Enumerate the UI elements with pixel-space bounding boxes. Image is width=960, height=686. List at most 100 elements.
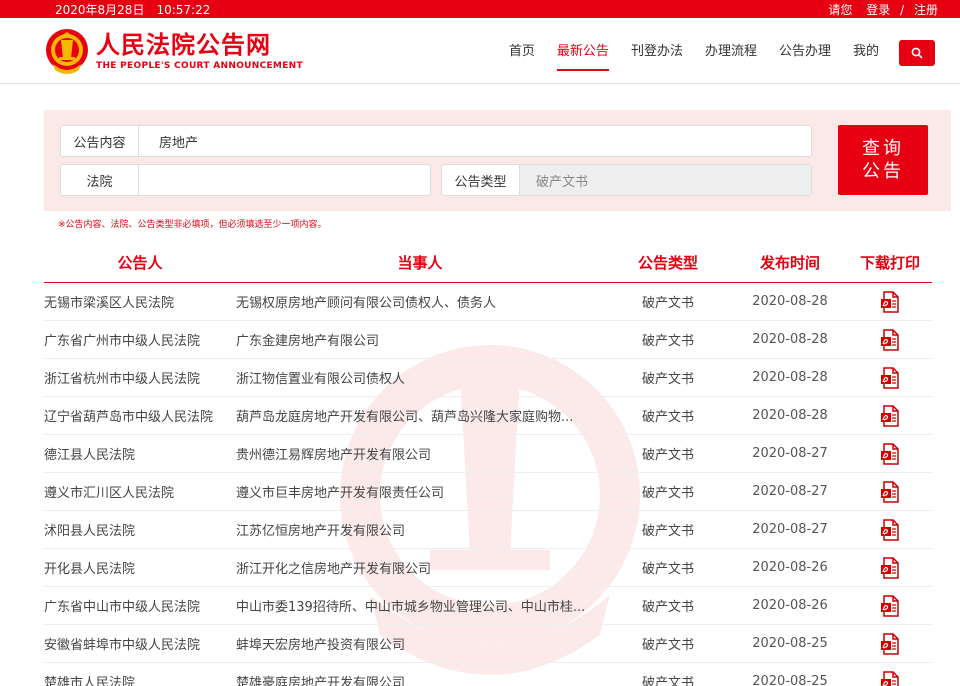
table-row[interactable]: 楚雄市人民法院 楚雄豪庭房地产开发有限公司 破产文书 2020-08-25 xyxy=(44,663,932,686)
row-date: 2020-08-25 xyxy=(752,674,828,686)
download-pdf-button[interactable] xyxy=(848,366,932,389)
pdf-icon xyxy=(879,632,901,655)
row-date: 2020-08-28 xyxy=(752,332,828,347)
court-input[interactable] xyxy=(139,165,430,195)
row-announcer[interactable]: 沭阳县人民法院 xyxy=(44,520,236,539)
row-party[interactable]: 贵州德江易辉房地产开发有限公司 xyxy=(236,444,604,463)
nav-latest-announcements[interactable]: 最新公告 xyxy=(556,42,609,71)
results-table: 公告人 当事人 公告类型 发布时间 下载打印 无锡市梁溪区人民法院 无锡权原房地产… xyxy=(44,243,932,686)
row-party[interactable]: 广东金建房地产有限公司 xyxy=(236,330,604,349)
nav-process[interactable]: 办理流程 xyxy=(705,42,757,71)
nav-publishing-method[interactable]: 刊登办法 xyxy=(631,42,683,71)
download-pdf-button[interactable] xyxy=(848,518,932,541)
table-row[interactable]: 沭阳县人民法院 江苏亿恒房地产开发有限公司 破产文书 2020-08-27 xyxy=(44,511,932,549)
top-bar: 2020年8月28日 10:57:22 请您 登录 / 注册 xyxy=(0,0,960,18)
pdf-icon xyxy=(879,480,901,503)
row-announcer[interactable]: 安徽省蚌埠市中级人民法院 xyxy=(44,634,236,653)
court-field: 法院 xyxy=(60,164,431,196)
header-type: 公告类型 xyxy=(637,254,698,272)
row-party[interactable]: 浙江物信置业有限公司债权人 xyxy=(236,368,604,387)
row-date: 2020-08-25 xyxy=(752,636,828,651)
nav-announcement-handling[interactable]: 公告办理 xyxy=(779,42,831,71)
search-panel: 公告内容 房地产 法院 公告类型 破产文书 查询 公告 xyxy=(44,110,951,211)
row-party[interactable]: 江苏亿恒房地产开发有限公司 xyxy=(236,520,604,539)
table-body: 无锡市梁溪区人民法院 无锡权原房地产顾问有限公司债权人、债务人破产文书 2020-0… xyxy=(44,283,932,686)
row-party[interactable]: 楚雄豪庭房地产开发有限公司 xyxy=(236,672,604,686)
login-link[interactable]: 登录 xyxy=(866,3,890,17)
row-announcer[interactable]: 广东省中山市中级人民法院 xyxy=(44,596,236,615)
pdf-icon xyxy=(879,518,901,541)
row-announcer[interactable]: 无锡市梁溪区人民法院 xyxy=(44,292,236,311)
separator: / xyxy=(900,2,905,17)
nav-mine[interactable]: 我的 xyxy=(853,42,879,71)
search-button[interactable] xyxy=(899,40,935,66)
row-announcer[interactable]: 德江县人民法院 xyxy=(44,444,236,463)
type-select[interactable]: 破产文书 xyxy=(520,165,811,195)
current-date: 2020年8月28日 xyxy=(55,2,145,17)
table-row[interactable]: 广东省中山市中级人民法院 中山市委139招待所、中山市城乡物业管理公司、中山市桂.… xyxy=(44,587,932,625)
pdf-icon xyxy=(879,328,901,351)
download-pdf-button[interactable] xyxy=(848,480,932,503)
header-download: 下载打印 xyxy=(859,254,920,272)
row-party[interactable]: 浙江开化之信房地产开发有限公司 xyxy=(236,558,604,577)
nav-home[interactable]: 首页 xyxy=(509,42,535,71)
site-title-en: THE PEOPLE'S COURT ANNOUNCEMENT xyxy=(96,60,303,71)
content-input[interactable]: 房地产 xyxy=(139,126,811,156)
table-row[interactable]: 安徽省蚌埠市中级人民法院 蚌埠天宏房地产投资有限公司 破产文书 2020-08-25 xyxy=(44,625,932,663)
download-pdf-button[interactable] xyxy=(848,594,932,617)
row-type: 破产文书 xyxy=(641,638,694,653)
brand[interactable]: 人民法院公告网 THE PEOPLE'S COURT ANNOUNCEMENT xyxy=(96,31,303,71)
pdf-icon xyxy=(879,442,901,465)
row-announcer[interactable]: 开化县人民法院 xyxy=(44,558,236,577)
download-pdf-button[interactable] xyxy=(848,442,932,465)
download-pdf-button[interactable] xyxy=(848,556,932,579)
header-announcer: 公告人 xyxy=(117,254,163,272)
type-label: 公告类型 xyxy=(442,165,520,195)
table-header: 公告人 当事人 公告类型 发布时间 下载打印 xyxy=(44,243,932,283)
download-pdf-button[interactable] xyxy=(848,328,932,351)
row-date: 2020-08-27 xyxy=(752,446,828,461)
row-announcer[interactable]: 遵义市汇川区人民法院 xyxy=(44,482,236,501)
search-icon xyxy=(911,47,923,59)
download-pdf-button[interactable] xyxy=(848,404,932,427)
row-date: 2020-08-28 xyxy=(752,294,828,309)
row-announcer[interactable]: 浙江省杭州市中级人民法院 xyxy=(44,368,236,387)
pdf-icon xyxy=(879,404,901,427)
account-links: 请您 登录 / 注册 xyxy=(818,1,938,18)
pdf-icon xyxy=(879,670,901,686)
row-date: 2020-08-26 xyxy=(752,598,828,613)
row-party[interactable]: 中山市委139招待所、中山市城乡物业管理公司、中山市桂... xyxy=(236,596,604,615)
type-field: 公告类型 破产文书 xyxy=(441,164,812,196)
row-type: 破产文书 xyxy=(641,410,694,425)
row-party[interactable]: 无锡权原房地产顾问有限公司债权人、债务人 xyxy=(236,292,604,311)
download-pdf-button[interactable] xyxy=(848,290,932,313)
site-header: 人民法院公告网 THE PEOPLE'S COURT ANNOUNCEMENT … xyxy=(0,18,960,84)
row-type: 破产文书 xyxy=(641,676,694,686)
current-time: 10:57:22 xyxy=(156,2,211,17)
row-date: 2020-08-27 xyxy=(752,522,828,537)
table-row[interactable]: 德江县人民法院 贵州德江易辉房地产开发有限公司 破产文书 2020-08-27 xyxy=(44,435,932,473)
table-row[interactable]: 开化县人民法院 浙江开化之信房地产开发有限公司 破产文书 2020-08-26 xyxy=(44,549,932,587)
row-announcer[interactable]: 辽宁省葫芦岛市中级人民法院 xyxy=(44,406,236,425)
pdf-icon xyxy=(879,290,901,313)
table-row[interactable]: 浙江省杭州市中级人民法院 浙江物信置业有限公司债权人 破产文书 2020-08-28 xyxy=(44,359,932,397)
table-row[interactable]: 辽宁省葫芦岛市中级人民法院 葫芦岛龙庭房地产开发有限公司、葫芦岛兴隆大家庭购物..… xyxy=(44,397,932,435)
register-link[interactable]: 注册 xyxy=(914,3,938,17)
row-type: 破产文书 xyxy=(641,448,694,463)
table-row[interactable]: 遵义市汇川区人民法院 遵义市巨丰房地产开发有限责任公司 破产文书 2020-08-27 xyxy=(44,473,932,511)
download-pdf-button[interactable] xyxy=(848,670,932,686)
row-announcer[interactable]: 广东省广州市中级人民法院 xyxy=(44,330,236,349)
pdf-icon xyxy=(879,556,901,579)
row-type: 破产文书 xyxy=(641,562,694,577)
row-type: 破产文书 xyxy=(641,524,694,539)
download-pdf-button[interactable] xyxy=(848,632,932,655)
row-party[interactable]: 蚌埠天宏房地产投资有限公司 xyxy=(236,634,604,653)
search-hint: ※公告内容、法院、公告类型非必填项，但必须填选至少一项内容。 xyxy=(58,220,327,230)
court-label: 法院 xyxy=(61,165,139,195)
row-party[interactable]: 葫芦岛龙庭房地产开发有限公司、葫芦岛兴隆大家庭购物... xyxy=(236,406,604,425)
table-row[interactable]: 广东省广州市中级人民法院 广东金建房地产有限公司 破产文书 2020-08-28 xyxy=(44,321,932,359)
table-row[interactable]: 无锡市梁溪区人民法院 无锡权原房地产顾问有限公司债权人、债务人 破产文书 2020-0… xyxy=(44,283,932,321)
query-button[interactable]: 查询 公告 xyxy=(838,125,928,195)
row-announcer[interactable]: 楚雄市人民法院 xyxy=(44,672,236,686)
row-party[interactable]: 遵义市巨丰房地产开发有限责任公司 xyxy=(236,482,604,501)
